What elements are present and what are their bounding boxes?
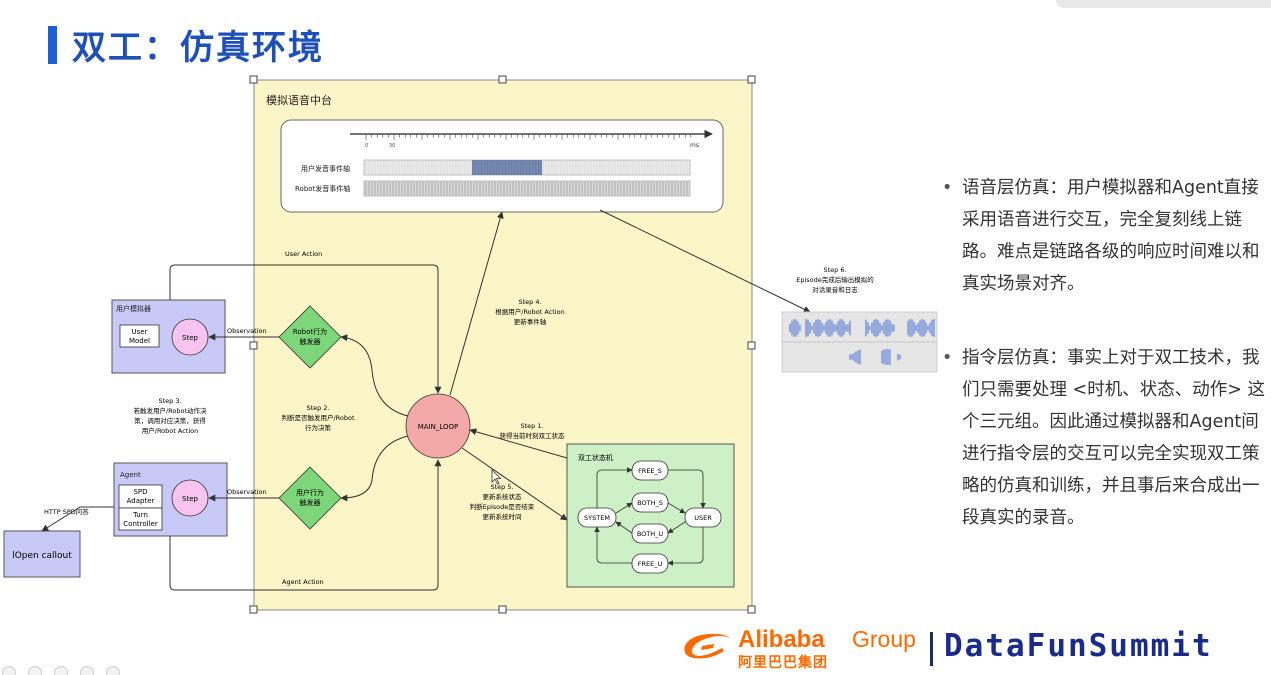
robot-track	[363, 180, 691, 197]
alibaba-chinese-name: 阿里巴巴集团	[738, 655, 828, 671]
user-action-label: User Action	[285, 250, 322, 258]
alibaba-wordmark: Alibaba	[738, 626, 825, 653]
bullet-instruction-level: 指令层仿真：事实上对于双工技术，我们只需要处理 <时机、状态、动作> 这个三元组…	[940, 342, 1265, 534]
agent-step-label: Step	[182, 495, 198, 503]
alibaba-logo-icon	[684, 633, 730, 659]
timeline-tick-30: 30	[389, 143, 395, 149]
state-system: SYSTEM	[584, 514, 610, 522]
step2-line2: 行为决策	[305, 423, 332, 432]
step5-line1: 更新系统状态	[483, 492, 523, 501]
datafun-summit-logo: DataFunSummit	[944, 628, 1213, 664]
http-label: HTTP SPD问答	[44, 507, 89, 516]
step1-title: Step 1.	[520, 422, 543, 430]
footer-separator	[930, 632, 933, 666]
spd-adapter-label-1: SPD	[133, 488, 147, 496]
step4-line2: 更新事件轴	[514, 317, 547, 326]
robot-track-label: Robot发音事件轴	[295, 184, 350, 193]
state-machine-title: 双工状态机	[578, 453, 613, 462]
nav-dot[interactable]	[2, 666, 16, 675]
step2-line1: 判断是否触发用户/Robot	[281, 413, 354, 422]
nav-dot[interactable]	[106, 666, 120, 675]
duplex-simulation-diagram: 模拟语音中台 0 30 ms 用户发音事件轴 Robot发音事件轴 用户模拟器 …	[3, 75, 938, 614]
turn-controller-label-1: Turn	[132, 511, 148, 519]
step3-line2: 策，调用对应决策，获得	[134, 416, 206, 425]
step5-title: Step 5.	[490, 483, 513, 491]
spd-adapter-label-2: Adapter	[127, 497, 155, 505]
top-right-shade	[1056, 0, 1271, 8]
state-both-s: BOTH_S	[637, 499, 663, 507]
user-trigger-label-1: 用户行为	[296, 488, 324, 497]
step5-line3: 更新系统时间	[483, 512, 522, 521]
agent-action-label: Agent Action	[282, 578, 324, 586]
step3-title: Step 3.	[158, 397, 181, 405]
nav-dot[interactable]	[28, 666, 42, 675]
step6-title: Step 6.	[823, 266, 846, 274]
bullet-speech-level: 语音层仿真：用户模拟器和Agent直接采用语音进行交互，完全复刻线上链路。难点是…	[940, 172, 1265, 300]
state-user: USER	[694, 514, 712, 522]
callout-label: lOpen callout	[12, 551, 72, 561]
alibaba-group-word: Group	[852, 626, 916, 652]
step4-line1: 根据用户/Robot Action	[495, 307, 564, 316]
agent-title: Agent	[120, 471, 141, 479]
title-accent-bar	[48, 26, 57, 64]
user-simulator-title: 用户模拟器	[116, 304, 151, 313]
state-free-u: FREE_U	[638, 560, 663, 568]
platform-label: 模拟语音中台	[266, 93, 332, 107]
main-loop-label: MAIN_LOOP	[418, 423, 459, 431]
nav-dot[interactable]	[54, 666, 68, 675]
observation-top-label: Observation	[227, 327, 267, 335]
robot-trigger-label-1: Robot行为	[293, 327, 327, 336]
timeline-unit: ms	[690, 142, 699, 149]
step1-line1: 获得当前时刻双工状态	[500, 431, 566, 440]
user-model-label-1: User	[132, 328, 148, 336]
bullet-list: 语音层仿真：用户模拟器和Agent直接采用语音进行交互，完全复刻线上链路。难点是…	[940, 172, 1265, 576]
slide-title: 双工：仿真环境	[72, 28, 324, 68]
user-track-label: 用户发音事件轴	[301, 164, 350, 173]
step5-line2: 判断Episode是否结束	[470, 502, 535, 511]
user-step-label: Step	[182, 334, 198, 342]
slide-nav-dots	[0, 664, 140, 675]
robot-trigger-label-2: 触发器	[300, 337, 321, 346]
step2-title: Step 2.	[306, 404, 329, 412]
step6-line1: Episode完成后输出模拟的	[796, 275, 874, 284]
step6-line2: 对话录音和日志	[812, 285, 858, 294]
timeline-tick-0: 0	[365, 143, 368, 149]
user-trigger-label-2: 触发器	[300, 498, 321, 507]
footer: Alibaba Group 阿里巴巴集团 DataFunSummit	[680, 622, 1260, 672]
state-free-s: FREE_S	[638, 467, 662, 475]
user-model-label-2: Model	[129, 337, 150, 345]
nav-dot[interactable]	[80, 666, 94, 675]
turn-controller-label-2: Controller	[123, 520, 158, 528]
step4-title: Step 4.	[518, 298, 541, 306]
step3-line3: 用户/Robot Action	[142, 426, 198, 435]
state-both-u: BOTH_U	[637, 530, 664, 538]
step3-line1: 若触发用户/Robot动作决	[133, 406, 207, 415]
observation-bottom-label: Observation	[227, 488, 267, 496]
